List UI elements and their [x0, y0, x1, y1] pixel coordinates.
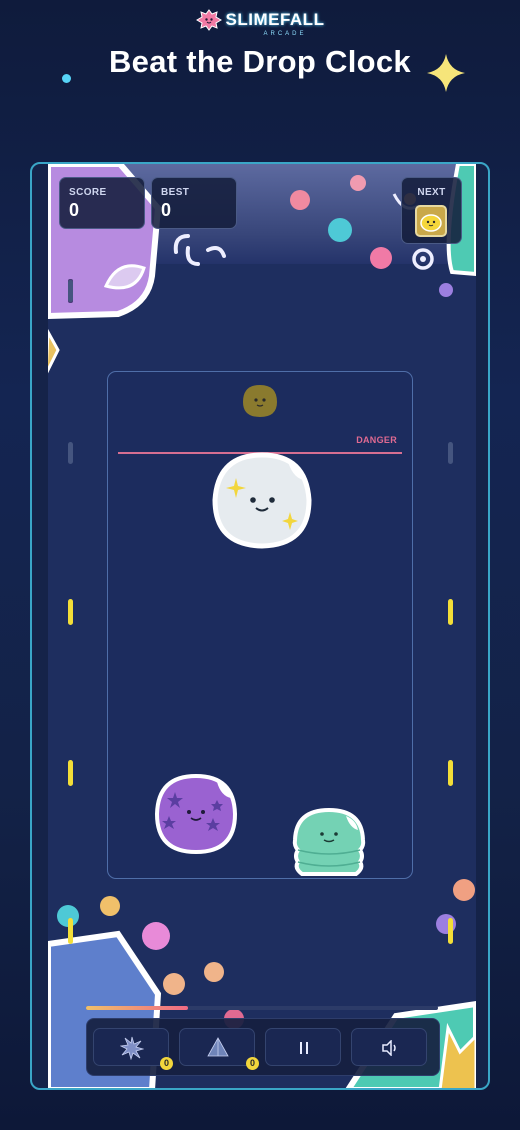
bomb-powerup-button[interactable]: 0 [93, 1028, 173, 1070]
shake-count: 0 [246, 1057, 259, 1070]
green-slime [290, 806, 368, 880]
drop-timer-bar [86, 1006, 438, 1010]
best-value: 0 [161, 200, 172, 220]
logo-title: SLIMEFALL [225, 10, 325, 29]
pause-button[interactable] [265, 1028, 341, 1066]
right-rail-light [448, 760, 453, 786]
dot-sparkle-icon [62, 74, 71, 83]
score-value: 0 [69, 200, 80, 220]
slime-logo-icon [195, 8, 222, 32]
app-logo: SLIMEFALL ARCADE [0, 8, 520, 42]
drop-timer-fill [86, 1006, 189, 1010]
pyramid-icon [206, 1036, 230, 1060]
best-label: BEST [161, 187, 190, 198]
sound-button[interactable] [351, 1028, 427, 1066]
logo-subtitle: ARCADE [263, 31, 307, 37]
score-label: SCORE [69, 187, 107, 198]
left-rail-dim [68, 280, 73, 302]
best-panel: BEST 0 [151, 177, 237, 229]
control-bar: 0 0 [86, 1018, 440, 1076]
purple-slime [153, 772, 239, 856]
game-frame: SCORE 0 BEST 0 NEXT DANGER 0 0 [30, 162, 490, 1090]
pause-icon [298, 1041, 310, 1055]
white-slime [208, 450, 316, 552]
next-label: NEXT [417, 187, 446, 198]
speaker-icon [381, 1040, 399, 1056]
next-slime-preview [415, 205, 447, 237]
held-slime[interactable] [238, 380, 282, 422]
danger-label: DANGER [356, 435, 397, 445]
yellow-slime-icon [420, 214, 442, 232]
bomb-count: 0 [160, 1057, 173, 1070]
left-rail-light [68, 918, 73, 944]
left-rail-light [68, 760, 73, 786]
left-rail-light [68, 599, 73, 625]
score-panel: SCORE 0 [59, 177, 145, 229]
bomb-icon [120, 1036, 144, 1060]
playfield[interactable]: DANGER [107, 371, 413, 879]
right-rail-light [448, 599, 453, 625]
next-panel: NEXT [401, 177, 462, 244]
star-sparkle-icon [425, 52, 467, 94]
right-rail-dim [448, 442, 453, 464]
shake-powerup-button[interactable]: 0 [179, 1028, 259, 1070]
left-rail-dim [68, 442, 73, 464]
right-rail-light [448, 918, 453, 944]
